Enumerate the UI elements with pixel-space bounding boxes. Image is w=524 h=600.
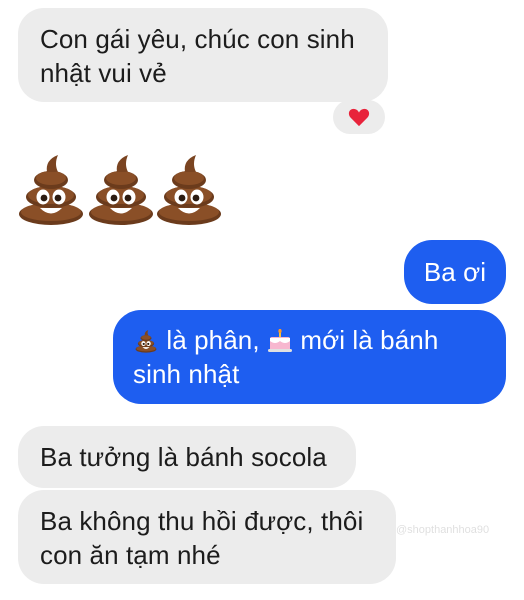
- poop-icon: [88, 152, 154, 226]
- incoming-message-cannot-recall[interactable]: Ba không thu hồi được, thôi con ăn tạm n…: [18, 490, 396, 584]
- message-text: Ba tưởng là bánh socola: [40, 442, 327, 472]
- message-text: Ba ơi: [423, 257, 487, 287]
- message-reaction[interactable]: [333, 100, 385, 134]
- message-text: Ba không thu hồi được, thôi con ăn tạm n…: [40, 506, 364, 570]
- message-text: Con gái yêu, chúc con sinh nhật vui vẻ: [40, 24, 355, 88]
- watermark: @shopthanhhoa90: [396, 524, 490, 536]
- birthday-cake-icon: [267, 329, 293, 353]
- heart-icon: [348, 108, 370, 127]
- poop-icon: [133, 329, 159, 353]
- message-text-part1: là phân,: [166, 325, 260, 355]
- incoming-message-birthday-wish[interactable]: Con gái yêu, chúc con sinh nhật vui vẻ: [18, 8, 388, 102]
- poop-icon: [156, 152, 222, 226]
- outgoing-message-ba-oi[interactable]: Ba ơi: [404, 240, 506, 304]
- incoming-message-poop-emojis[interactable]: [18, 152, 228, 226]
- incoming-message-chocolate[interactable]: Ba tưởng là bánh socola: [18, 426, 356, 488]
- outgoing-message-explanation[interactable]: là phân, mới là bánh sinh nhật: [113, 310, 506, 404]
- poop-icon: [18, 152, 84, 226]
